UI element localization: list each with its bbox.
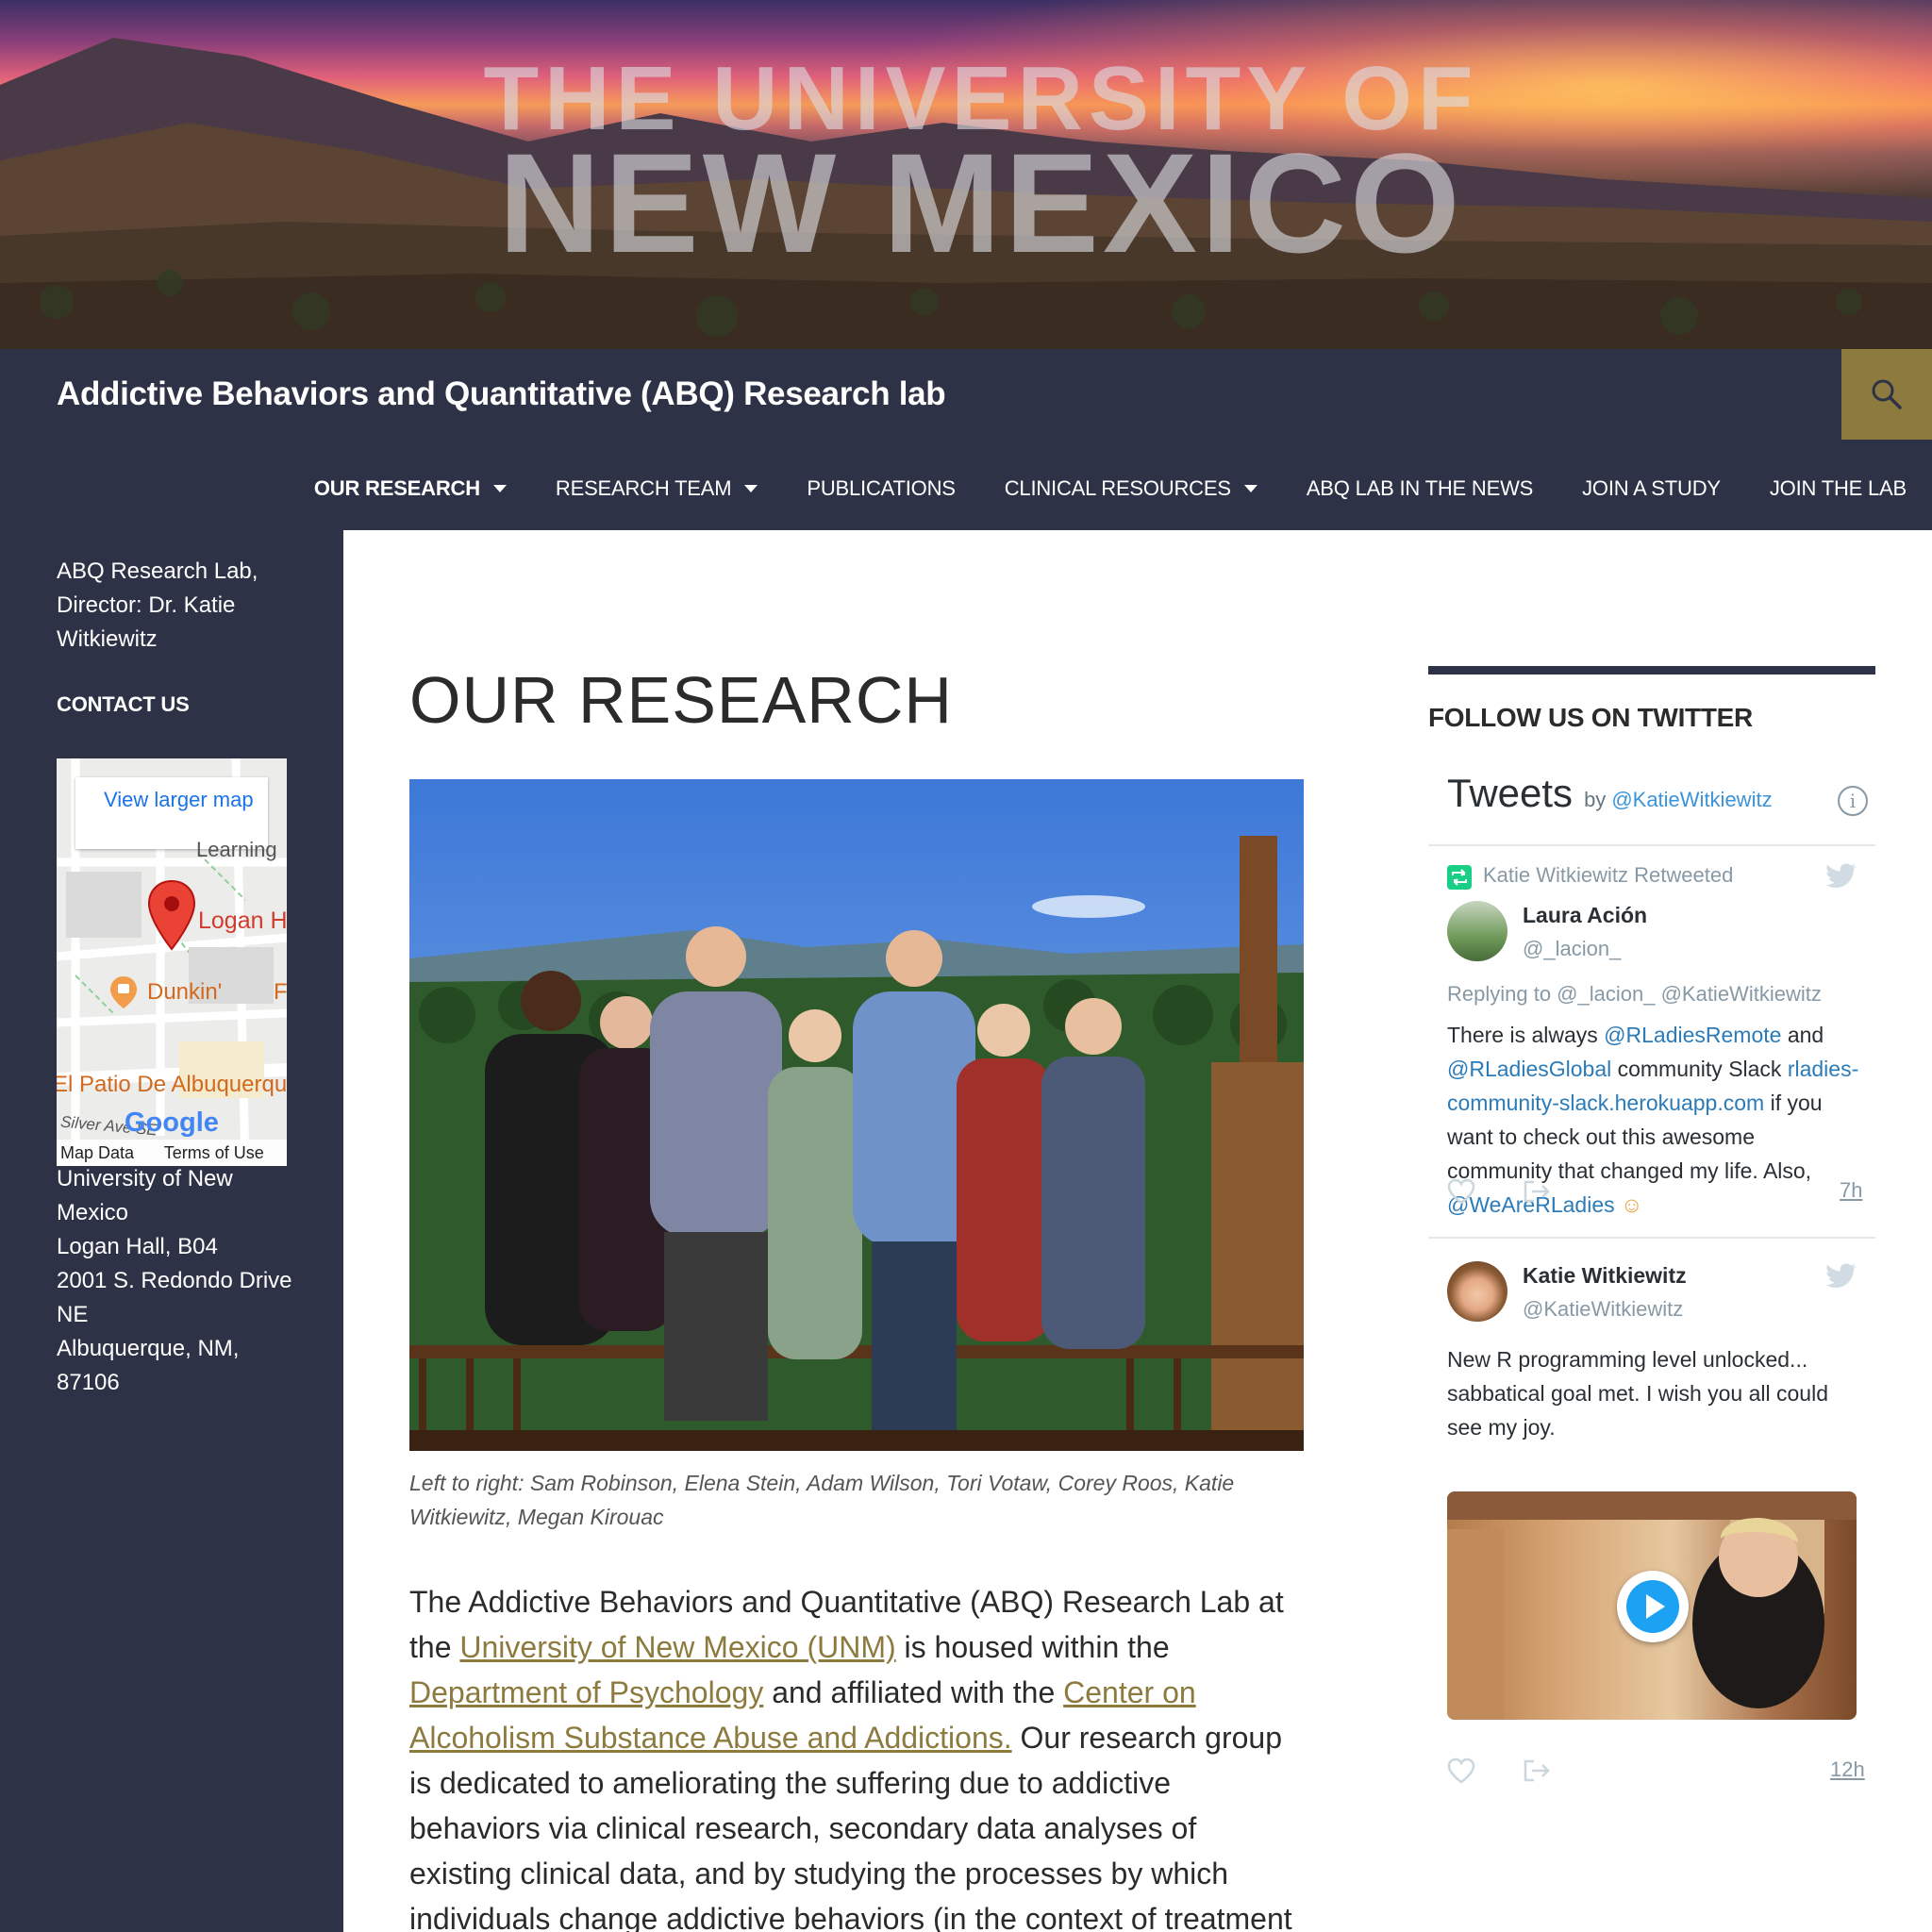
tweet-actions	[1447, 1178, 1551, 1205]
address-block: University of New Mexico Logan Hall, B04…	[57, 1162, 302, 1400]
map-label-learning: Learning	[196, 838, 277, 861]
main-content: OUR RESEARCH Left to right: Sam Robinson…	[343, 530, 1932, 1932]
map-label-logan: Logan H	[198, 908, 287, 934]
twitter-bird-icon[interactable]	[1824, 863, 1857, 890]
team-photo-illustration	[409, 779, 1304, 1451]
embedded-map[interactable]: View larger map Learning Logan H Dunkin'…	[57, 758, 287, 1166]
timeline-handle-link[interactable]: @KatieWitkiewitz	[1611, 788, 1772, 812]
contact-heading: CONTACT US	[57, 692, 190, 716]
photo-caption: Left to right: Sam Robinson, Elena Stein…	[409, 1471, 1235, 1529]
like-heart-icon[interactable]	[1447, 1178, 1475, 1205]
tweet-author-handle[interactable]: @_lacion_	[1523, 937, 1621, 961]
avatar[interactable]	[1447, 1261, 1507, 1322]
address-line: Logan Hall, B04	[57, 1234, 218, 1259]
nav-label: OUR RESEARCH	[313, 476, 480, 500]
nav-our-research[interactable]: OUR RESEARCH	[314, 476, 507, 501]
nav-label: ABQ LAB IN THE NEWS	[1306, 476, 1534, 500]
tweet-author-handle[interactable]: @KatieWitkiewitz	[1523, 1297, 1683, 1322]
nav-label: CLINICAL RESOURCES	[1004, 476, 1231, 500]
tweet-timestamp[interactable]: 7h	[1840, 1178, 1862, 1203]
tweet-author-name[interactable]: Laura Ación	[1523, 903, 1647, 928]
share-icon[interactable]	[1523, 1757, 1551, 1784]
avatar[interactable]	[1447, 901, 1507, 961]
psychology-department-link[interactable]: Department of Psychology	[409, 1675, 763, 1709]
twitter-widget: FOLLOW US ON TWITTER Tweets by @KatieWit…	[1428, 666, 1875, 1846]
sidebar-tagline: ABQ Research Lab, Director: Dr. Katie Wi…	[57, 558, 258, 652]
timeline-by: by	[1584, 788, 1607, 811]
search-icon	[1872, 379, 1902, 409]
tweet: Katie Witkiewitz @KatieWitkiewitz New R …	[1428, 1239, 1875, 1846]
site-header: Addictive Behaviors and Quantitative (AB…	[0, 349, 1932, 530]
tweet-text: New R programming level unlocked... sabb…	[1447, 1347, 1828, 1440]
cafe-pin-icon	[110, 976, 137, 1008]
tweet-timestamp[interactable]: 12h	[1830, 1757, 1865, 1782]
play-button[interactable]	[1617, 1571, 1689, 1642]
intro-paragraph: The Addictive Behaviors and Quantitative…	[409, 1585, 1292, 1932]
nav-join-a-study[interactable]: JOIN A STUDY	[1582, 476, 1721, 501]
retweet-icon	[1447, 865, 1472, 890]
map-pin-icon	[147, 879, 196, 951]
unm-link[interactable]: University of New Mexico (UNM)	[459, 1630, 895, 1664]
chevron-down-icon	[492, 485, 507, 492]
site-title[interactable]: Addictive Behaviors and Quantitative (AB…	[57, 375, 946, 413]
search-toggle-button[interactable]	[1841, 349, 1932, 440]
timeline-header: Tweets by @KatieWitkiewitz	[1447, 771, 1857, 833]
twitter-timeline: Tweets by @KatieWitkiewitz i Katie Witki…	[1428, 771, 1875, 1846]
timeline-title: Tweets	[1447, 771, 1574, 815]
nav-join-the-lab[interactable]: JOIN THE LAB	[1770, 476, 1907, 501]
retweet-label: Katie Witkiewitz Retweeted	[1483, 863, 1734, 887]
nav-label: JOIN THE LAB	[1769, 476, 1907, 500]
share-icon[interactable]	[1523, 1178, 1551, 1205]
like-heart-icon[interactable]	[1447, 1757, 1475, 1784]
nav-label: RESEARCH TEAM	[555, 476, 732, 500]
primary-nav: OUR RESEARCH RESEARCH TEAM PUBLICATIONS …	[265, 470, 1932, 508]
team-group-photo	[409, 779, 1304, 1451]
nav-research-team[interactable]: RESEARCH TEAM	[556, 476, 758, 501]
info-icon[interactable]: i	[1838, 786, 1868, 816]
mention-link[interactable]: @RLadiesRemote	[1604, 1023, 1781, 1047]
smiling-emoji: ☺	[1621, 1192, 1643, 1217]
view-larger-map-label: View larger map	[104, 788, 254, 811]
address-line: 2001 S. Redondo Drive NE	[57, 1268, 292, 1327]
banner-text-new-mexico: NEW MEXICO	[498, 124, 1464, 282]
tweet-actions	[1447, 1757, 1551, 1784]
map-data-link[interactable]: Map Data	[60, 1143, 134, 1162]
widget-top-rule	[1428, 666, 1875, 675]
play-icon	[1626, 1580, 1679, 1633]
page-title: OUR RESEARCH	[409, 663, 953, 737]
twitter-widget-heading: FOLLOW US ON TWITTER	[1428, 703, 1753, 732]
address-line: Albuquerque, NM, 87106	[57, 1336, 240, 1395]
map-label-f: F	[274, 979, 287, 1005]
nav-abq-lab-in-the-news[interactable]: ABQ LAB IN THE NEWS	[1307, 476, 1533, 501]
chevron-down-icon	[744, 485, 758, 492]
mention-link[interactable]: @RLadiesGlobal	[1447, 1057, 1611, 1081]
google-logo: Google	[125, 1108, 219, 1138]
header-banner-image: THE UNIVERSITY OF NEW MEXICO	[0, 0, 1932, 349]
twitter-bird-icon[interactable]	[1824, 1263, 1857, 1290]
left-sidebar: ABQ Research Lab, Director: Dr. Katie Wi…	[0, 530, 343, 1932]
replying-to: Replying to @_lacion_ @KatieWitkiewitz	[1447, 982, 1822, 1006]
tweet: Katie Witkiewitz Retweeted Laura Ación @…	[1428, 846, 1875, 1217]
tweet-author-name[interactable]: Katie Witkiewitz	[1523, 1263, 1687, 1289]
address-line: University of New Mexico	[57, 1166, 233, 1225]
nav-label: PUBLICATIONS	[807, 476, 956, 500]
terms-of-use-link[interactable]: Terms of Use	[164, 1143, 264, 1162]
map-label-el-patio: El Patio De Albuquerque	[57, 1072, 287, 1097]
nav-clinical-resources[interactable]: CLINICAL RESOURCES	[1005, 476, 1257, 501]
tweet-video-thumbnail[interactable]	[1447, 1491, 1857, 1720]
chevron-down-icon	[1243, 485, 1257, 492]
map-label-dunkin: Dunkin'	[147, 979, 223, 1005]
nav-label: JOIN A STUDY	[1582, 476, 1721, 500]
nav-publications[interactable]: PUBLICATIONS	[807, 476, 956, 501]
